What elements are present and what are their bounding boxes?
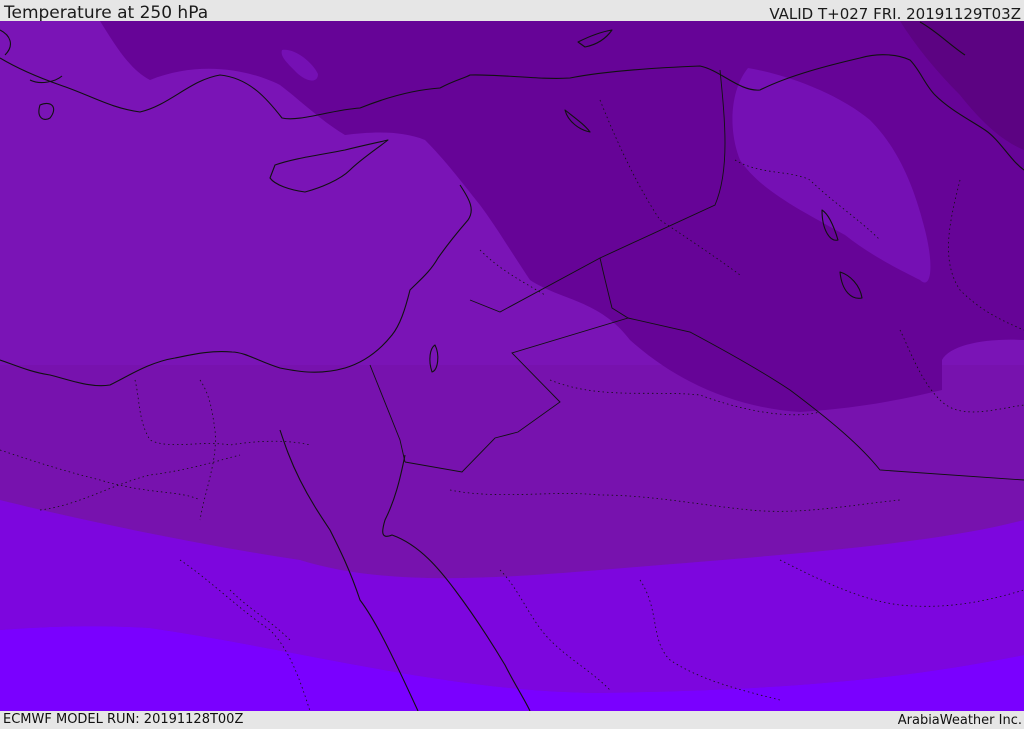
weather-map[interactable]	[0, 21, 1024, 711]
model-run-label: ECMWF MODEL RUN: 20191128T00Z	[3, 712, 244, 727]
footer-bar: ECMWF MODEL RUN: 20191128T00Z ArabiaWeat…	[0, 711, 1024, 729]
map-title: Temperature at 250 hPa	[4, 3, 209, 23]
credit-label: ArabiaWeather Inc.	[897, 713, 1022, 728]
map-canvas	[0, 21, 1024, 711]
header-bar: Temperature at 250 hPa VALID T+027 FRI. …	[0, 0, 1024, 23]
